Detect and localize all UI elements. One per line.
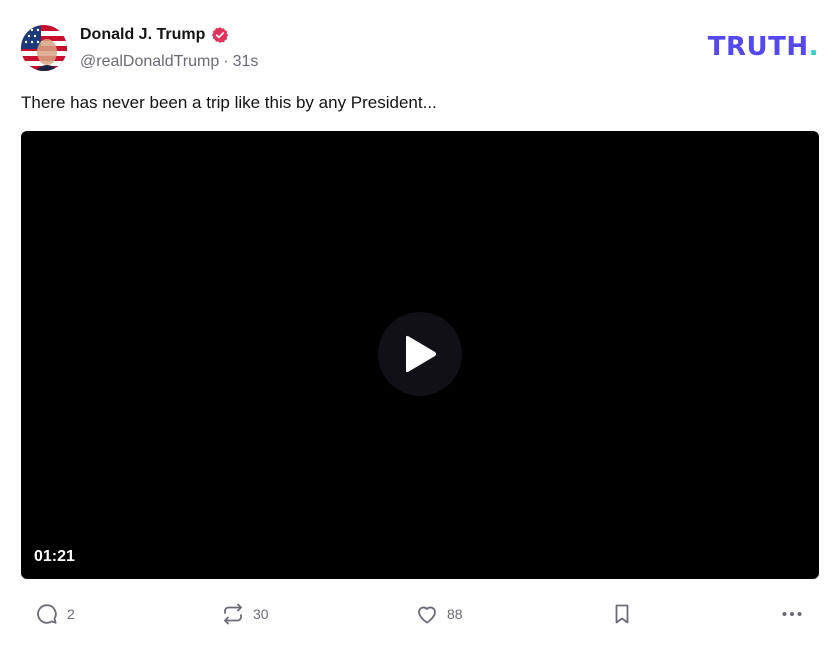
more-icon xyxy=(782,612,802,616)
meta-separator: · xyxy=(223,53,229,70)
action-bar: 2 30 88 xyxy=(21,598,819,630)
truth-logo-period: . xyxy=(808,32,819,62)
avatar-image xyxy=(21,25,67,71)
like-button[interactable]: 88 xyxy=(415,598,463,630)
retruth-button[interactable]: 30 xyxy=(221,598,269,630)
reply-icon xyxy=(37,604,57,624)
reply-button[interactable]: 2 xyxy=(35,598,75,630)
bookmark-icon xyxy=(615,604,629,624)
truth-logo: TRUTH. xyxy=(708,32,819,62)
reply-count: 2 xyxy=(67,606,75,622)
play-button[interactable] xyxy=(378,312,462,396)
verified-badge-icon xyxy=(211,26,229,44)
play-icon xyxy=(406,335,437,373)
retruth-count: 30 xyxy=(253,606,269,622)
like-count: 88 xyxy=(447,606,463,622)
post-meta: @realDonaldTrump · 31s xyxy=(80,52,258,72)
like-icon xyxy=(418,606,436,624)
retruth-icon xyxy=(224,603,242,625)
video-duration: 01:21 xyxy=(34,548,75,565)
more-options-button[interactable] xyxy=(780,598,804,630)
author-name[interactable]: Donald J. Trump xyxy=(80,25,229,45)
truth-logo-text: TRUTH xyxy=(707,32,809,62)
post-text: There has never been a trip like this by… xyxy=(21,93,437,112)
post-card: Donald J. Trump @realDonaldTrump · 31s TRU… xyxy=(0,0,840,649)
author-name-text: Donald J. Trump xyxy=(80,26,206,43)
bookmark-button[interactable] xyxy=(610,598,634,630)
video-player[interactable]: 01:21 xyxy=(21,131,819,579)
post-timestamp[interactable]: 31s xyxy=(233,53,259,70)
author-handle[interactable]: @realDonaldTrump xyxy=(80,53,219,70)
avatar[interactable] xyxy=(21,25,67,71)
